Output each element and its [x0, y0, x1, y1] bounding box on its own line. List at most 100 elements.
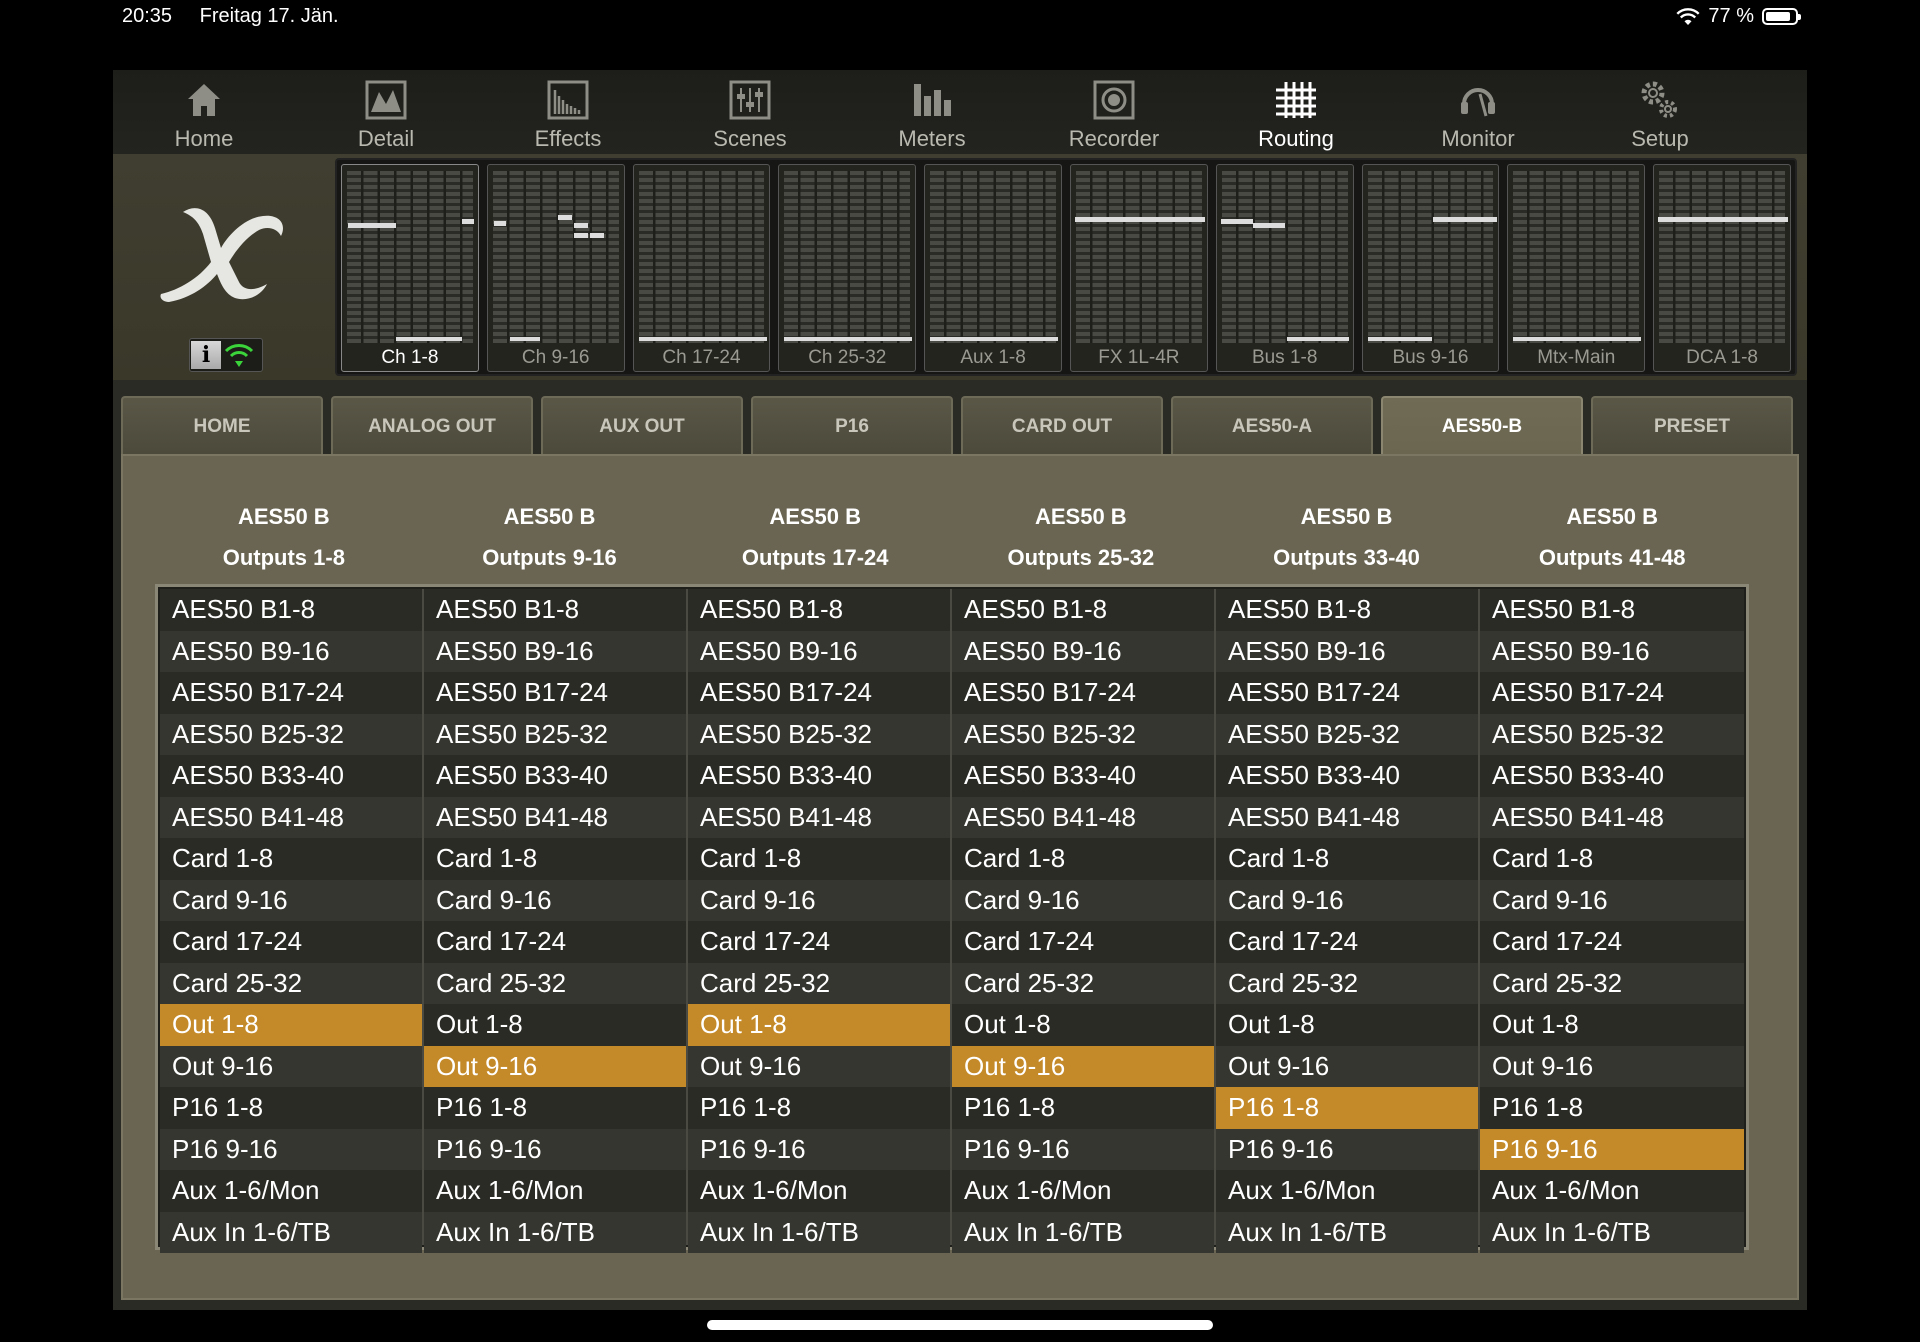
routing-option[interactable]: Out 1-8 [1216, 1004, 1478, 1046]
tab-aes50-b[interactable]: AES50-B [1381, 396, 1583, 458]
routing-option[interactable]: Card 25-32 [1480, 962, 1744, 1004]
routing-option-selected[interactable]: Out 1-8 [688, 1004, 950, 1046]
meter-ch-25-32[interactable]: Ch 25-32 [778, 164, 917, 372]
routing-option[interactable]: Card 1-8 [1480, 838, 1744, 880]
routing-option[interactable]: Aux 1-6/Mon [952, 1170, 1214, 1212]
routing-option[interactable]: AES50 B17-24 [688, 672, 950, 714]
routing-option[interactable]: Aux 1-6/Mon [1216, 1170, 1478, 1212]
routing-option[interactable]: AES50 B1-8 [1216, 589, 1478, 631]
nav-setup[interactable]: Setup [1569, 70, 1751, 154]
routing-option[interactable]: AES50 B33-40 [1480, 755, 1744, 797]
routing-option[interactable]: Card 9-16 [1480, 879, 1744, 921]
routing-option[interactable]: P16 9-16 [688, 1128, 950, 1170]
routing-option[interactable]: P16 9-16 [1216, 1128, 1478, 1170]
routing-option[interactable]: Card 25-32 [1216, 962, 1478, 1004]
routing-option[interactable]: Aux In 1-6/TB [688, 1211, 950, 1253]
meter-bus-9-16[interactable]: Bus 9-16 [1361, 164, 1500, 372]
home-indicator[interactable] [707, 1320, 1213, 1330]
routing-option[interactable]: Card 25-32 [688, 962, 950, 1004]
routing-option[interactable]: AES50 B9-16 [160, 630, 422, 672]
meter-fx-1l-4r[interactable]: FX 1L-4R [1069, 164, 1208, 372]
routing-option[interactable]: Card 1-8 [952, 838, 1214, 880]
routing-option[interactable]: AES50 B9-16 [952, 630, 1214, 672]
routing-option[interactable]: AES50 B25-32 [688, 713, 950, 755]
routing-option[interactable]: Aux In 1-6/TB [1480, 1211, 1744, 1253]
routing-option[interactable]: AES50 B1-8 [952, 589, 1214, 631]
routing-option[interactable]: Card 9-16 [1216, 879, 1478, 921]
routing-option[interactable]: AES50 B17-24 [1480, 672, 1744, 714]
routing-option[interactable]: AES50 B41-48 [688, 796, 950, 838]
routing-option[interactable]: AES50 B25-32 [1216, 713, 1478, 755]
tab-card-out[interactable]: CARD OUT [961, 396, 1163, 454]
routing-option[interactable]: Card 25-32 [424, 962, 686, 1004]
meter-ch-17-24[interactable]: Ch 17-24 [632, 164, 771, 372]
routing-option[interactable]: AES50 B41-48 [424, 796, 686, 838]
nav-scenes[interactable]: Scenes [659, 70, 841, 154]
routing-option[interactable]: AES50 B1-8 [688, 589, 950, 631]
routing-option[interactable]: AES50 B1-8 [1480, 589, 1744, 631]
meter-mtx-main[interactable]: Mtx-Main [1507, 164, 1646, 372]
routing-option[interactable]: AES50 B33-40 [688, 755, 950, 797]
routing-option[interactable]: Card 9-16 [160, 879, 422, 921]
tab-p16[interactable]: P16 [751, 396, 953, 454]
meter-bus-1-8[interactable]: Bus 1-8 [1215, 164, 1354, 372]
routing-option[interactable]: AES50 B33-40 [1216, 755, 1478, 797]
routing-option[interactable]: Card 9-16 [688, 879, 950, 921]
routing-option[interactable]: P16 9-16 [160, 1128, 422, 1170]
routing-option[interactable]: AES50 B41-48 [1216, 796, 1478, 838]
routing-option[interactable]: AES50 B9-16 [1216, 630, 1478, 672]
nav-meters[interactable]: Meters [841, 70, 1023, 154]
routing-option[interactable]: AES50 B17-24 [1216, 672, 1478, 714]
routing-option[interactable]: Card 1-8 [1216, 838, 1478, 880]
routing-option[interactable]: AES50 B1-8 [424, 589, 686, 631]
nav-monitor[interactable]: Monitor [1387, 70, 1569, 154]
routing-option-selected[interactable]: P16 1-8 [1216, 1087, 1478, 1129]
routing-option[interactable]: Aux In 1-6/TB [1216, 1211, 1478, 1253]
routing-option[interactable]: P16 1-8 [1480, 1087, 1744, 1129]
routing-option[interactable]: Out 1-8 [952, 1004, 1214, 1046]
routing-option[interactable]: AES50 B41-48 [1480, 796, 1744, 838]
routing-option[interactable]: AES50 B17-24 [952, 672, 1214, 714]
nav-recorder[interactable]: Recorder [1023, 70, 1205, 154]
routing-option[interactable]: Card 1-8 [160, 838, 422, 880]
routing-option[interactable]: AES50 B33-40 [952, 755, 1214, 797]
routing-option[interactable]: AES50 B17-24 [160, 672, 422, 714]
routing-option[interactable]: Card 17-24 [952, 921, 1214, 963]
routing-option[interactable]: AES50 B33-40 [424, 755, 686, 797]
tab-home[interactable]: HOME [121, 396, 323, 454]
routing-option[interactable]: AES50 B25-32 [952, 713, 1214, 755]
meter-ch-9-16[interactable]: Ch 9-16 [486, 164, 625, 372]
meter-dca-1-8[interactable]: DCA 1-8 [1653, 164, 1791, 372]
routing-option[interactable]: Aux In 1-6/TB [160, 1211, 422, 1253]
routing-option-selected[interactable]: Out 9-16 [424, 1045, 686, 1087]
routing-option[interactable]: Card 17-24 [688, 921, 950, 963]
routing-option[interactable]: Aux In 1-6/TB [424, 1211, 686, 1253]
info-button[interactable]: i [189, 338, 263, 372]
routing-option[interactable]: Out 9-16 [1480, 1045, 1744, 1087]
routing-option[interactable]: AES50 B41-48 [952, 796, 1214, 838]
routing-option[interactable]: P16 9-16 [952, 1128, 1214, 1170]
routing-option-selected[interactable]: P16 9-16 [1480, 1128, 1744, 1170]
routing-option[interactable]: Aux 1-6/Mon [1480, 1170, 1744, 1212]
meter-aux-1-8[interactable]: Aux 1-8 [924, 164, 1062, 372]
routing-option[interactable]: AES50 B33-40 [160, 755, 422, 797]
routing-option[interactable]: Out 9-16 [160, 1045, 422, 1087]
routing-option[interactable]: AES50 B1-8 [160, 589, 422, 631]
tab-aux-out[interactable]: AUX OUT [541, 396, 743, 454]
routing-option[interactable]: P16 1-8 [424, 1087, 686, 1129]
routing-option[interactable]: AES50 B9-16 [1480, 630, 1744, 672]
routing-option[interactable]: Aux 1-6/Mon [424, 1170, 686, 1212]
nav-effects[interactable]: Effects [477, 70, 659, 154]
routing-option[interactable]: P16 9-16 [424, 1128, 686, 1170]
routing-option[interactable]: AES50 B9-16 [688, 630, 950, 672]
routing-option[interactable]: Out 1-8 [424, 1004, 686, 1046]
meter-ch-1-8[interactable]: Ch 1-8 [341, 164, 479, 372]
routing-option[interactable]: Card 17-24 [1480, 921, 1744, 963]
routing-option[interactable]: P16 1-8 [688, 1087, 950, 1129]
routing-option[interactable]: Aux 1-6/Mon [688, 1170, 950, 1212]
nav-detail[interactable]: Detail [295, 70, 477, 154]
routing-option[interactable]: Card 1-8 [424, 838, 686, 880]
routing-option[interactable]: Aux 1-6/Mon [160, 1170, 422, 1212]
routing-option[interactable]: AES50 B17-24 [424, 672, 686, 714]
routing-option[interactable]: Out 9-16 [688, 1045, 950, 1087]
